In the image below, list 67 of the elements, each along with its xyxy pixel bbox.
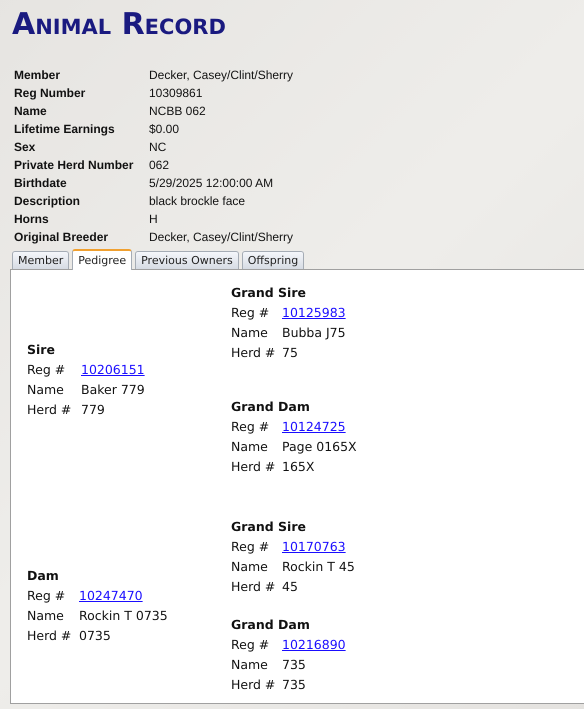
- field-value: 75: [282, 344, 298, 362]
- field-label: Name: [231, 558, 268, 576]
- field-value: Bubba J75: [282, 324, 346, 342]
- detail-value: NCBB 062: [149, 103, 206, 120]
- detail-label: Private Herd Number: [14, 157, 134, 174]
- field-label: Herd #: [231, 344, 276, 362]
- field-label: Name: [231, 438, 268, 456]
- pedigree-heading: Sire: [27, 341, 55, 359]
- pedigree-heading: Grand Sire: [231, 518, 306, 536]
- field-label: Reg #: [27, 361, 66, 379]
- field-value: 0735: [79, 627, 111, 645]
- detail-label: Lifetime Earnings: [14, 121, 115, 138]
- detail-label: Reg Number: [14, 85, 86, 102]
- tab[interactable]: Previous Owners: [135, 251, 239, 269]
- detail-label: Original Breeder: [14, 229, 108, 246]
- detail-label: Birthdate: [14, 175, 67, 192]
- detail-label: Description: [14, 193, 80, 210]
- reg-number-link[interactable]: 10206151: [81, 360, 145, 380]
- detail-value: black brockle face: [149, 193, 246, 210]
- page-title: Animal Record: [12, 6, 226, 44]
- detail-label: Horns: [14, 211, 49, 228]
- field-label: Reg #: [231, 418, 270, 436]
- field-value: Page 0165X: [282, 438, 357, 456]
- pedigree-heading: Grand Sire: [231, 284, 306, 302]
- tab[interactable]: Pedigree: [72, 249, 132, 270]
- field-label: Reg #: [231, 636, 270, 654]
- tab[interactable]: Member: [12, 251, 70, 269]
- field-value: 735: [282, 656, 306, 674]
- field-label: Herd #: [27, 627, 72, 645]
- detail-value: 062: [149, 157, 170, 174]
- reg-number-link[interactable]: 10124725: [282, 417, 346, 437]
- field-value: 779: [81, 401, 105, 419]
- field-label: Name: [27, 381, 64, 399]
- field-label: Herd #: [231, 458, 276, 476]
- field-label: Herd #: [231, 676, 276, 694]
- detail-value: H: [149, 211, 158, 228]
- field-value: 735: [282, 676, 306, 694]
- field-label: Reg #: [27, 587, 66, 605]
- detail-label: Member: [14, 67, 60, 84]
- field-label: Name: [231, 324, 268, 342]
- detail-value: Decker, Casey/Clint/Sherry: [149, 67, 294, 84]
- detail-value: NC: [149, 139, 166, 156]
- detail-label: Sex: [14, 139, 36, 156]
- pedigree-heading: Grand Dam: [231, 616, 310, 634]
- field-label: Name: [231, 656, 268, 674]
- detail-value: $0.00: [149, 121, 180, 138]
- field-label: Herd #: [231, 578, 276, 596]
- detail-value: 10309861: [149, 85, 202, 102]
- pedigree-heading: Dam: [27, 567, 59, 585]
- tab[interactable]: Offspring: [242, 251, 304, 269]
- field-value: 45: [282, 578, 298, 596]
- field-value: Rockin T 0735: [79, 607, 168, 625]
- reg-number-link[interactable]: 10247470: [79, 586, 143, 606]
- reg-number-link[interactable]: 10125983: [282, 303, 346, 323]
- field-value: Rockin T 45: [282, 558, 355, 576]
- reg-number-link[interactable]: 10170763: [282, 537, 346, 557]
- field-label: Reg #: [231, 304, 270, 322]
- pedigree-heading: Grand Dam: [231, 398, 310, 416]
- field-value: 165X: [282, 458, 314, 476]
- detail-label: Name: [14, 103, 47, 120]
- field-label: Reg #: [231, 538, 270, 556]
- field-label: Name: [27, 607, 64, 625]
- detail-value: 5/29/2025 12:00:00 AM: [149, 175, 274, 192]
- reg-number-link[interactable]: 10216890: [282, 635, 346, 655]
- field-label: Herd #: [27, 401, 72, 419]
- field-value: Baker 779: [81, 381, 145, 399]
- detail-value: Decker, Casey/Clint/Sherry: [149, 229, 294, 246]
